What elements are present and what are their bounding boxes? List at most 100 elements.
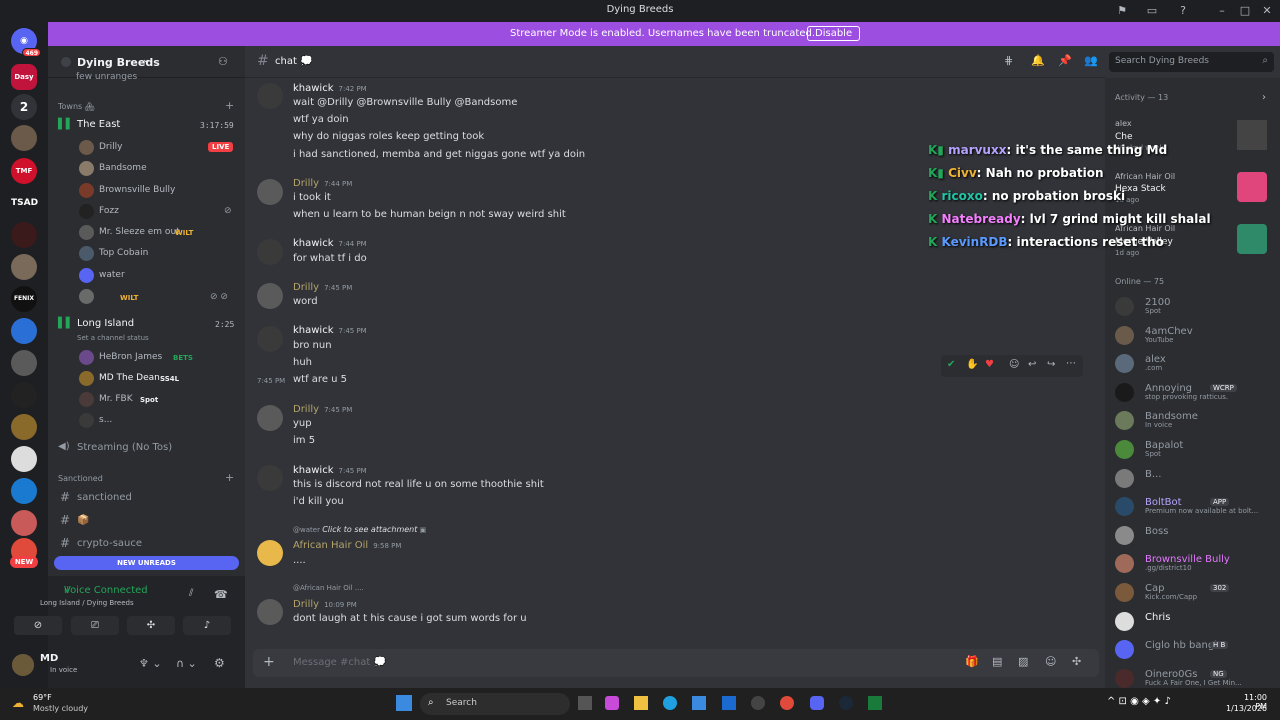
soundboard-button[interactable]: ♪ bbox=[183, 616, 231, 635]
hand-reaction-icon[interactable]: ✋ bbox=[966, 359, 978, 370]
microphone-icon[interactable]: ♆ ⌄ bbox=[139, 657, 162, 670]
server-red-icon[interactable] bbox=[11, 222, 37, 248]
voice-user[interactable]: Drilly bbox=[99, 142, 122, 160]
activity-thumb[interactable] bbox=[1237, 172, 1267, 202]
message-author[interactable]: Drilly 7:44 PM bbox=[293, 178, 352, 189]
message-author[interactable]: Drilly 7:45 PM bbox=[293, 404, 352, 415]
voice-user[interactable]: HeBron James bbox=[99, 352, 162, 370]
member-item[interactable]: B... bbox=[1115, 467, 1280, 489]
clock-date[interactable]: 1/13/2026 bbox=[1226, 704, 1267, 713]
reply-author[interactable]: @water bbox=[293, 526, 320, 534]
gif-icon[interactable]: ▤ bbox=[992, 655, 1002, 668]
noise-suppression-icon[interactable]: ⫽ bbox=[189, 588, 193, 599]
edge-icon[interactable] bbox=[663, 696, 677, 710]
member-item[interactable]: Cap Kick.com/Capp 302 bbox=[1115, 581, 1280, 603]
reply-text[interactable]: Click to see attachment bbox=[322, 525, 417, 534]
app-icon[interactable] bbox=[751, 696, 765, 710]
tray-icons[interactable]: ^ ⊡ ◉ ◈ ✦ ♪ bbox=[1107, 696, 1171, 707]
copilot-icon[interactable] bbox=[605, 696, 619, 710]
temperature[interactable]: 69°F bbox=[33, 693, 52, 702]
disable-button[interactable]: Disable bbox=[807, 26, 861, 41]
avatar[interactable] bbox=[257, 405, 283, 431]
member-item[interactable]: Annoying stop provoking ratticus. WCRP bbox=[1115, 381, 1280, 403]
member-item[interactable]: Oinero0Gs Fuck A Fair One, I Get Min... NG bbox=[1115, 667, 1280, 689]
message-author[interactable]: khawick 7:45 PM bbox=[293, 325, 367, 336]
invite-icon[interactable]: ⚇ bbox=[218, 55, 228, 68]
server-avatar-3[interactable] bbox=[11, 350, 37, 376]
member-list-icon[interactable]: 👥 bbox=[1084, 54, 1098, 67]
member-item[interactable]: 4amChev YouTube bbox=[1115, 324, 1280, 346]
new-unreads-pill[interactable]: NEW UNREADS bbox=[54, 556, 239, 570]
member-item[interactable]: Ciglo hb bangin H B bbox=[1115, 638, 1280, 660]
reply-icon[interactable]: ↩ bbox=[1028, 359, 1036, 370]
attach-plus-icon[interactable]: + bbox=[263, 654, 275, 670]
server-avatar-7[interactable] bbox=[11, 478, 37, 504]
author-name[interactable]: Drilly bbox=[293, 404, 319, 415]
author-name[interactable]: khawick bbox=[293, 325, 334, 336]
screen-icon[interactable]: ▭ bbox=[1144, 3, 1160, 19]
steam-icon[interactable] bbox=[839, 696, 853, 710]
voice-connected-label[interactable]: Voice Connected bbox=[64, 585, 148, 596]
member-item[interactable]: 2100 Spot bbox=[1115, 295, 1280, 317]
close-window-icon[interactable]: ✕ bbox=[1259, 3, 1275, 19]
server-avatar-5[interactable] bbox=[11, 414, 37, 440]
voice-user[interactable]: s... bbox=[99, 415, 112, 433]
server-avatar-4[interactable] bbox=[11, 382, 37, 408]
truncated-channel[interactable]: few unranges bbox=[76, 72, 137, 82]
check-reaction-icon[interactable]: ✔ bbox=[947, 359, 955, 370]
voice-user[interactable]: Fozz bbox=[99, 206, 119, 224]
chrome-icon[interactable] bbox=[780, 696, 794, 710]
avatar[interactable] bbox=[257, 283, 283, 309]
camera-button[interactable]: ⊘ bbox=[14, 616, 62, 635]
search-input[interactable]: Search Dying Breeds ⌕ bbox=[1109, 52, 1274, 72]
author-name[interactable]: Drilly bbox=[293, 282, 319, 293]
member-item[interactable]: Bapalot Spot bbox=[1115, 438, 1280, 460]
pin-icon[interactable]: 📌 bbox=[1058, 54, 1072, 67]
add-channel-icon[interactable]: + bbox=[225, 99, 234, 112]
author-name[interactable]: khawick bbox=[293, 83, 334, 94]
member-item[interactable]: Bandsome In voice bbox=[1115, 409, 1280, 431]
home-discord-icon[interactable]: ◉ 469 bbox=[11, 28, 41, 57]
username[interactable]: MD bbox=[40, 653, 58, 664]
category-sanctioned[interactable]: Sanctioned bbox=[58, 474, 103, 483]
message-author[interactable]: khawick 7:42 PM bbox=[293, 83, 367, 94]
text-channel[interactable]: crypto-sauce bbox=[77, 538, 142, 549]
server-avatar[interactable] bbox=[11, 125, 37, 151]
activity-title[interactable]: Che bbox=[1115, 132, 1133, 142]
message-author[interactable]: African Hair Oil 9:58 PM bbox=[293, 540, 401, 551]
file-explorer-icon[interactable] bbox=[634, 696, 648, 710]
settings-gear-icon[interactable]: ⚙ bbox=[214, 656, 225, 670]
emoji-icon[interactable]: ☺ bbox=[1045, 655, 1056, 668]
apps-icon[interactable]: ✣ bbox=[1072, 655, 1081, 668]
server-tsad[interactable]: TSAD bbox=[11, 190, 38, 216]
text-channel[interactable]: 📦 bbox=[77, 515, 89, 526]
member-item[interactable]: Brownsville Bully .gg/district10 bbox=[1115, 552, 1280, 574]
inbox-icon[interactable]: ⚑ bbox=[1114, 3, 1130, 19]
voice-user[interactable]: Mr. FBK bbox=[99, 394, 133, 412]
avatar[interactable] bbox=[257, 540, 283, 566]
heart-reaction-icon[interactable]: ♥ bbox=[985, 359, 994, 370]
more-icon[interactable]: ⋯ bbox=[1066, 358, 1076, 369]
server-dasy[interactable]: Dasy bbox=[11, 64, 37, 90]
voice-user[interactable]: Bandsome bbox=[99, 163, 147, 181]
reply-reference[interactable]: @water Click to see attachment ▣ bbox=[293, 525, 426, 534]
avatar[interactable] bbox=[257, 326, 283, 352]
member-item[interactable]: Chris bbox=[1115, 610, 1280, 632]
message-composer[interactable]: + Message #chat 💭 🎁 ▤ ▨ ☺ ✣ bbox=[253, 649, 1099, 677]
help-icon[interactable]: ? bbox=[1175, 3, 1191, 19]
voice-user[interactable]: MD The Dean bbox=[99, 373, 160, 391]
channel-status[interactable]: Set a channel status bbox=[77, 334, 149, 342]
forward-icon[interactable]: ↪ bbox=[1047, 359, 1055, 370]
activity-user[interactable]: African Hair Oil bbox=[1115, 172, 1175, 181]
excel-icon[interactable] bbox=[868, 696, 882, 710]
composer-placeholder[interactable]: Message #chat 💭 bbox=[293, 657, 386, 668]
server-blue[interactable] bbox=[11, 318, 37, 344]
avatar[interactable] bbox=[12, 654, 34, 676]
member-item[interactable]: BoltBot Premium now available at bolt... A… bbox=[1115, 495, 1280, 517]
avatar[interactable] bbox=[257, 179, 283, 205]
avatar[interactable] bbox=[257, 465, 283, 491]
maximize-icon[interactable]: □ bbox=[1237, 3, 1253, 19]
headphones-icon[interactable]: ∩ ⌄ bbox=[176, 657, 197, 670]
bell-icon[interactable]: 🔔 bbox=[1031, 54, 1045, 67]
outlook-icon[interactable] bbox=[722, 696, 736, 710]
